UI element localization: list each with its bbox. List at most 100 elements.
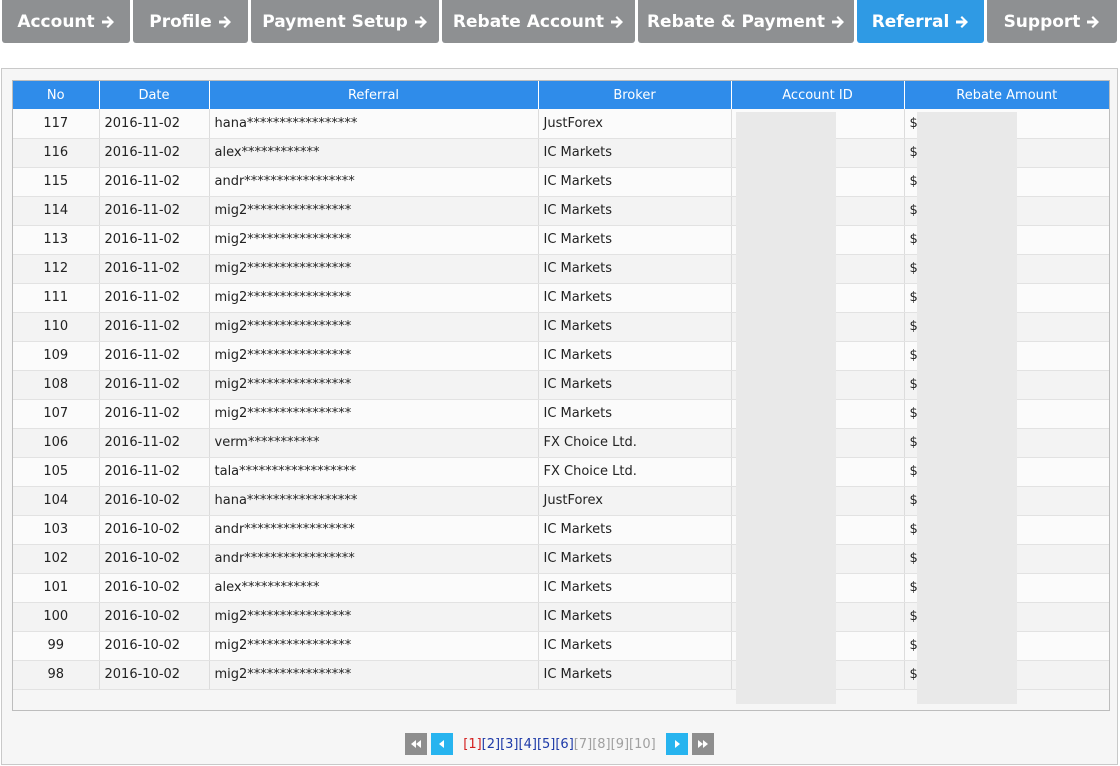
last-page-button[interactable] bbox=[691, 733, 714, 755]
arrow-right-icon bbox=[955, 15, 969, 29]
tab-referral[interactable]: Referral bbox=[857, 0, 984, 43]
page-links: [1] [2] [3] [4] [5] [6] [7] [8] [9] [10] bbox=[463, 737, 655, 752]
cell-no: 106 bbox=[13, 428, 100, 458]
cell-broker: IC Markets bbox=[538, 660, 732, 690]
page-link-10: [10] bbox=[629, 736, 656, 752]
cell-date: 2016-11-02 bbox=[99, 225, 210, 255]
cell-no: 104 bbox=[13, 486, 100, 516]
column-header-rebate-amount: Rebate Amount bbox=[904, 81, 1109, 109]
tab-label: Support bbox=[1003, 11, 1081, 32]
cell-referral: mig2**************** bbox=[209, 399, 539, 429]
triangle-right-icon bbox=[674, 737, 680, 752]
redacted-account-ids bbox=[736, 112, 836, 704]
cell-date: 2016-10-02 bbox=[99, 660, 210, 690]
cell-date: 2016-11-02 bbox=[99, 399, 210, 429]
cell-date: 2016-11-02 bbox=[99, 254, 210, 284]
tab-label: Profile bbox=[149, 11, 212, 32]
page-link-6[interactable]: [6] bbox=[555, 737, 573, 752]
referral-panel: No Date Referral Broker Account ID Rebat… bbox=[1, 68, 1118, 765]
cell-date: 2016-10-02 bbox=[99, 631, 210, 661]
cell-no: 102 bbox=[13, 544, 100, 574]
cell-date: 2016-11-02 bbox=[99, 457, 210, 487]
cell-no: 100 bbox=[13, 602, 100, 632]
column-header-account-id: Account ID bbox=[731, 81, 905, 109]
page-link-1: [1] bbox=[463, 736, 482, 752]
pagination: [1] [2] [3] [4] [5] [6] [7] [8] [9] [10] bbox=[2, 733, 1117, 755]
cell-date: 2016-11-02 bbox=[99, 370, 210, 400]
cell-broker: IC Markets bbox=[538, 196, 732, 226]
cell-referral: andr***************** bbox=[209, 544, 539, 574]
tab-profile[interactable]: Profile bbox=[133, 0, 248, 43]
cell-no: 114 bbox=[13, 196, 100, 226]
cell-no: 116 bbox=[13, 138, 100, 168]
tab-account[interactable]: Account bbox=[2, 0, 130, 43]
cell-broker: IC Markets bbox=[538, 312, 732, 342]
column-header-broker: Broker bbox=[538, 81, 732, 109]
page-link-4[interactable]: [4] bbox=[519, 737, 537, 752]
cell-referral: mig2**************** bbox=[209, 602, 539, 632]
cell-broker: IC Markets bbox=[538, 138, 732, 168]
arrow-right-icon bbox=[610, 15, 624, 29]
cell-referral: mig2**************** bbox=[209, 341, 539, 371]
cell-no: 111 bbox=[13, 283, 100, 313]
cell-date: 2016-11-02 bbox=[99, 138, 210, 168]
arrow-right-icon bbox=[831, 15, 845, 29]
cell-broker: IC Markets bbox=[538, 370, 732, 400]
cell-no: 109 bbox=[13, 341, 100, 371]
arrow-right-icon bbox=[218, 15, 232, 29]
cell-broker: IC Markets bbox=[538, 602, 732, 632]
tab-payment-setup[interactable]: Payment Setup bbox=[251, 0, 439, 43]
cell-broker: JustForex bbox=[538, 109, 732, 139]
tab-rebate-account[interactable]: Rebate Account bbox=[442, 0, 635, 43]
page-link-3[interactable]: [3] bbox=[500, 737, 518, 752]
tab-label: Referral bbox=[871, 11, 950, 32]
column-header-date: Date bbox=[99, 81, 210, 109]
cell-date: 2016-10-02 bbox=[99, 544, 210, 574]
cell-no: 107 bbox=[13, 399, 100, 429]
cell-date: 2016-11-02 bbox=[99, 167, 210, 197]
cell-no: 112 bbox=[13, 254, 100, 284]
page-link-5[interactable]: [5] bbox=[537, 737, 555, 752]
first-page-button[interactable] bbox=[405, 733, 428, 755]
prev-page-button[interactable] bbox=[431, 733, 454, 755]
cell-no: 98 bbox=[13, 660, 100, 690]
cell-broker: JustForex bbox=[538, 486, 732, 516]
tab-rebate-payment[interactable]: Rebate & Payment bbox=[638, 0, 854, 43]
page-link-2[interactable]: [2] bbox=[482, 737, 500, 752]
cell-referral: andr***************** bbox=[209, 167, 539, 197]
cell-broker: IC Markets bbox=[538, 283, 732, 313]
table-header-row: No Date Referral Broker Account ID Rebat… bbox=[13, 81, 1109, 109]
triangle-left-icon bbox=[439, 737, 445, 752]
arrow-right-icon bbox=[1086, 15, 1100, 29]
cell-referral: mig2**************** bbox=[209, 196, 539, 226]
cell-referral: mig2**************** bbox=[209, 370, 539, 400]
cell-referral: hana***************** bbox=[209, 109, 539, 139]
cell-date: 2016-11-02 bbox=[99, 283, 210, 313]
cell-referral: alex************ bbox=[209, 573, 539, 603]
cell-date: 2016-10-02 bbox=[99, 486, 210, 516]
cell-no: 103 bbox=[13, 515, 100, 545]
arrow-right-icon bbox=[414, 15, 428, 29]
cell-referral: hana***************** bbox=[209, 486, 539, 516]
cell-broker: IC Markets bbox=[538, 399, 732, 429]
next-page-button[interactable] bbox=[665, 733, 688, 755]
cell-broker: IC Markets bbox=[538, 167, 732, 197]
cell-broker: FX Choice Ltd. bbox=[538, 428, 732, 458]
cell-referral: alex************ bbox=[209, 138, 539, 168]
cell-no: 113 bbox=[13, 225, 100, 255]
cell-date: 2016-10-02 bbox=[99, 515, 210, 545]
cell-date: 2016-11-02 bbox=[99, 312, 210, 342]
cell-referral: mig2**************** bbox=[209, 660, 539, 690]
cell-broker: IC Markets bbox=[538, 341, 732, 371]
cell-broker: IC Markets bbox=[538, 225, 732, 255]
page-link-8: [8] bbox=[592, 736, 611, 752]
cell-no: 99 bbox=[13, 631, 100, 661]
tab-support[interactable]: Support bbox=[987, 0, 1117, 43]
cell-broker: IC Markets bbox=[538, 631, 732, 661]
cell-broker: IC Markets bbox=[538, 573, 732, 603]
cell-referral: mig2**************** bbox=[209, 631, 539, 661]
page-link-9: [9] bbox=[610, 736, 630, 752]
redacted-rebate-amounts bbox=[917, 112, 1017, 704]
cell-no: 108 bbox=[13, 370, 100, 400]
cell-broker: IC Markets bbox=[538, 544, 732, 574]
